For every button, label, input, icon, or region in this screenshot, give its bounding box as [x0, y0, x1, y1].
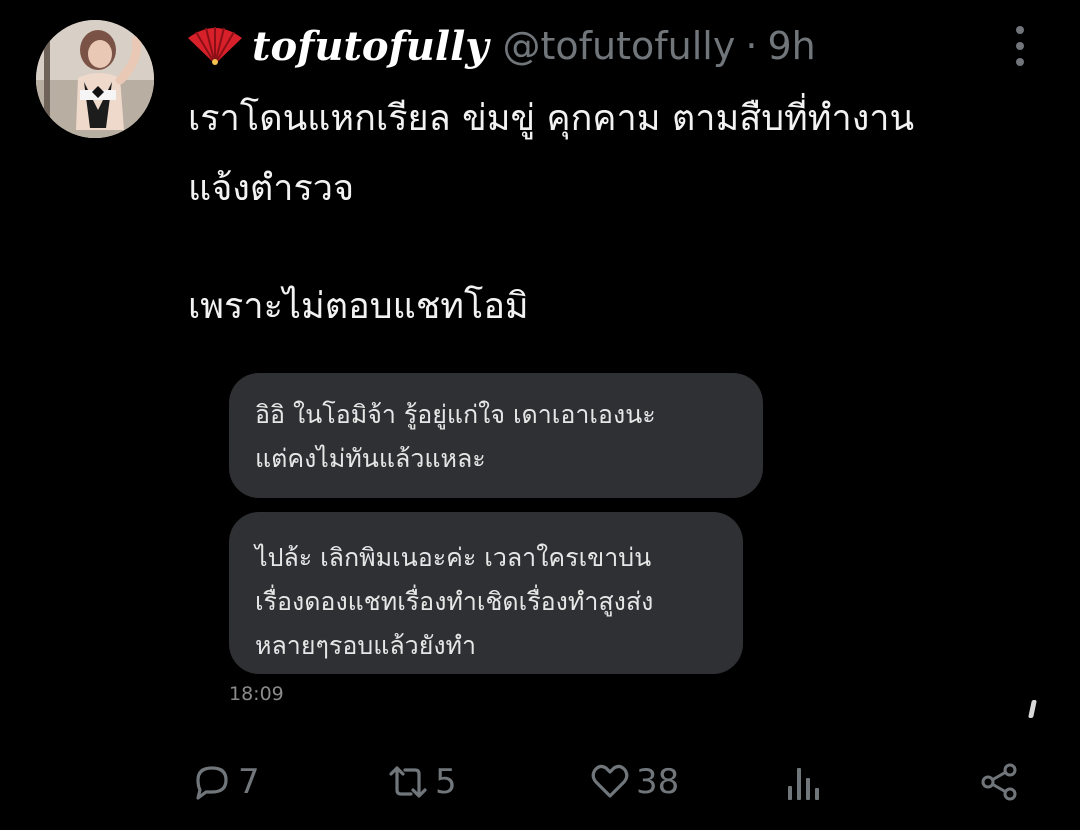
chat-line: แต่คงไม่ทันแล้วแหละ — [255, 444, 486, 473]
chat-line: ไปล้ะ เลิกพิมเนอะค่ะ เวลาใครเขาบ่น — [255, 543, 652, 572]
heart-icon — [591, 764, 629, 798]
views-button[interactable] — [783, 756, 823, 808]
like-count: 38 — [636, 762, 680, 802]
chat-bubble: อิอิ ในโอมิจ้า รู้อยู่แก่ใจ เดาเอาเองนะ … — [229, 373, 763, 498]
analytics-icon — [788, 768, 819, 800]
share-button[interactable] — [978, 756, 1022, 808]
tweet-text-line: แจ้งตำรวจ — [188, 168, 355, 209]
tweet-time[interactable]: 9h — [767, 24, 815, 68]
tweet-header: tofutofully @tofutofully · 9h — [186, 18, 816, 74]
tweet-text-paragraph: เพราะไม่ตอบแชทโอมิ — [188, 286, 529, 327]
share-icon — [981, 763, 1017, 801]
like-button[interactable]: 38 — [588, 756, 679, 808]
chat-bubble: ไปล้ะ เลิกพิมเนอะค่ะ เวลาใครเขาบ่น เรื่อ… — [229, 512, 743, 674]
chat-timestamp: 18:09 — [229, 683, 284, 705]
reply-icon — [196, 766, 228, 800]
avatar-image — [36, 20, 154, 138]
retweet-icon — [389, 766, 427, 798]
more-vertical-icon[interactable] — [1010, 26, 1030, 66]
reply-button[interactable]: 7 — [190, 756, 260, 808]
action-bar: 7 5 38 — [0, 756, 1080, 808]
user-handle[interactable]: @tofutofully — [503, 24, 736, 68]
chat-line: อิอิ ในโอมิจ้า รู้อยู่แก่ใจ เดาเอาเองนะ — [255, 400, 656, 429]
tweet-text-line: เราโดนแหกเรียล ข่มขู่ คุกคาม ตามสืบที่ทำ… — [188, 98, 915, 139]
red-fan-icon — [188, 27, 242, 65]
read-mark-icon — [1028, 700, 1037, 718]
chat-line: เรื่องดองแชทเรื่องทำเชิดเรื่องทำสูงส่ง — [255, 587, 654, 616]
tweet-text: เราโดนแหกเรียล ข่มขู่ คุกคาม ตามสืบที่ทำ… — [188, 84, 1058, 327]
avatar[interactable] — [36, 20, 154, 138]
chat-line: หลายๆรอบแล้วยังทำ — [255, 631, 477, 660]
separator-dot: · — [745, 24, 758, 68]
retweet-button[interactable]: 5 — [385, 756, 457, 808]
display-name[interactable]: tofutofully — [252, 23, 489, 70]
retweet-count: 5 — [435, 762, 457, 802]
reply-count: 7 — [238, 762, 260, 802]
